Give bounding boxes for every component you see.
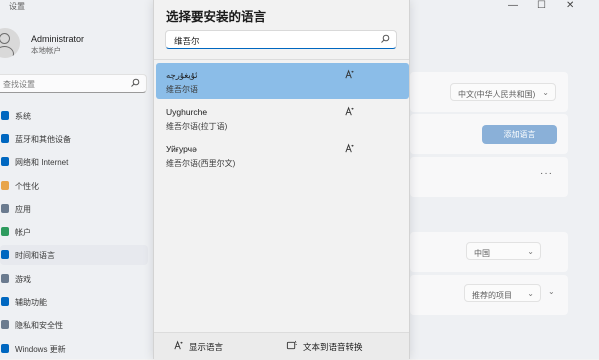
- region-value: 中国: [474, 249, 490, 258]
- system-icon: [1, 111, 9, 120]
- language-name: 维吾尔语: [166, 85, 198, 94]
- network-icon: [1, 157, 9, 166]
- avatar-body-icon: [0, 46, 14, 58]
- minimize-button[interactable]: —: [508, 0, 518, 11]
- window-title: 设置: [9, 2, 25, 11]
- chevron-down-icon: ⌄: [542, 88, 549, 97]
- sidebar-item[interactable]: 辅助功能: [0, 292, 148, 312]
- sidebar-item[interactable]: 游戏: [0, 269, 148, 289]
- language-name: 维吾尔语(拉丁语): [166, 122, 228, 131]
- language-list-item[interactable]: Уйғурчә 维吾尔语(西里尔文): [156, 137, 409, 173]
- add-language-button[interactable]: 添加语言: [482, 125, 557, 144]
- language-native-name: Uyghurche: [166, 107, 208, 117]
- display-language-icon: [345, 69, 354, 79]
- privacy-icon: [1, 320, 9, 329]
- sidebar-item[interactable]: 应用: [0, 199, 148, 219]
- windows-display-language-dropdown[interactable]: 中文(中华人民共和国) ⌄: [450, 83, 556, 101]
- personalization-icon: [1, 181, 9, 190]
- sidebar-item-label: 蓝牙和其他设备: [15, 135, 71, 144]
- country-region-dropdown[interactable]: 中国 ⌄: [466, 242, 541, 260]
- gaming-icon: [1, 274, 9, 283]
- sidebar-item-label: 应用: [15, 205, 31, 214]
- display-language-icon: [345, 106, 354, 116]
- language-search-value: 维吾尔: [174, 36, 200, 46]
- settings-search-input[interactable]: 查找设置: [0, 74, 147, 93]
- search-icon: [381, 34, 390, 43]
- more-options-button[interactable]: ···: [540, 168, 553, 179]
- sidebar-item[interactable]: 帐户: [0, 222, 148, 242]
- chevron-down-icon: ⌄: [527, 247, 534, 256]
- divider: [154, 59, 409, 60]
- dialog-title: 选择要安装的语言: [166, 10, 267, 24]
- choose-language-dialog: 选择要安装的语言 维吾尔 ئۇيغۇرچە 维吾尔语 Uyghurche 维吾尔语(拉…: [153, 0, 410, 360]
- text-to-speech-icon: [286, 340, 297, 350]
- chevron-down-icon: ⌄: [527, 289, 534, 298]
- language-list-item[interactable]: Uyghurche 维吾尔语(拉丁语): [156, 100, 409, 136]
- close-button[interactable]: ✕: [566, 0, 574, 11]
- sidebar-item-label: 个性化: [15, 182, 39, 191]
- text-to-speech-legend: 文本到语音转换: [303, 342, 363, 352]
- sidebar-item-label: Windows 更新: [15, 345, 66, 354]
- sidebar-item[interactable]: 时间和语言: [0, 245, 148, 265]
- sidebar: 设置 Administrator 本地帐户 查找设置 系统蓝牙和其他设备 网络和 …: [0, 0, 153, 359]
- sidebar-item-label: 游戏: [15, 275, 31, 284]
- sidebar-item[interactable]: 蓝牙和其他设备: [0, 129, 148, 149]
- display-language-legend: 显示语言: [189, 342, 224, 352]
- search-icon: [131, 78, 140, 87]
- sidebar-item[interactable]: 网络和 Internet: [0, 152, 148, 172]
- user-account-type: 本地帐户: [31, 46, 61, 55]
- sidebar-item[interactable]: Windows 更新: [0, 339, 148, 359]
- sidebar-item-label: 帐户: [15, 228, 31, 237]
- regional-format-dropdown[interactable]: 推荐的项目 ⌄: [464, 284, 541, 302]
- dialog-footer-legend: 显示语言 文本到语音转换: [154, 332, 409, 360]
- maximize-button[interactable]: ☐: [537, 0, 546, 11]
- windows-update-icon: [1, 344, 9, 353]
- language-native-name: Уйғурчә: [166, 144, 197, 154]
- display-language-icon: [345, 143, 354, 153]
- accessibility-icon: [1, 297, 9, 306]
- expand-chevron-icon[interactable]: ⌄: [548, 287, 555, 296]
- format-value: 推荐的项目: [472, 291, 512, 300]
- language-native-name: ئۇيغۇرچە: [166, 70, 198, 80]
- sidebar-item-label: 系统: [15, 112, 31, 121]
- sidebar-item[interactable]: 隐私和安全性: [0, 315, 148, 335]
- language-search-input[interactable]: 维吾尔: [165, 30, 397, 49]
- language-list-item[interactable]: ئۇيغۇرچە 维吾尔语: [156, 63, 409, 99]
- sidebar-item-label: 隐私和安全性: [15, 321, 63, 330]
- bluetooth-icon: [1, 134, 9, 143]
- sidebar-item[interactable]: 系统: [0, 106, 148, 126]
- time-language-icon: [1, 250, 9, 259]
- accounts-icon: [1, 227, 9, 236]
- display-language-icon: [174, 340, 183, 350]
- avatar-head-icon: [0, 33, 10, 44]
- avatar[interactable]: [0, 28, 20, 58]
- sidebar-item-label: 时间和语言: [15, 251, 55, 260]
- sidebar-item-label: 网络和 Internet: [15, 158, 69, 167]
- sidebar-item-label: 辅助功能: [15, 298, 47, 307]
- apps-icon: [1, 204, 9, 213]
- display-language-value: 中文(中华人民共和国): [458, 90, 536, 99]
- sidebar-item[interactable]: 个性化: [0, 176, 148, 196]
- settings-search-placeholder: 查找设置: [3, 80, 35, 89]
- user-name: Administrator: [31, 34, 85, 44]
- language-name: 维吾尔语(西里尔文): [166, 159, 236, 168]
